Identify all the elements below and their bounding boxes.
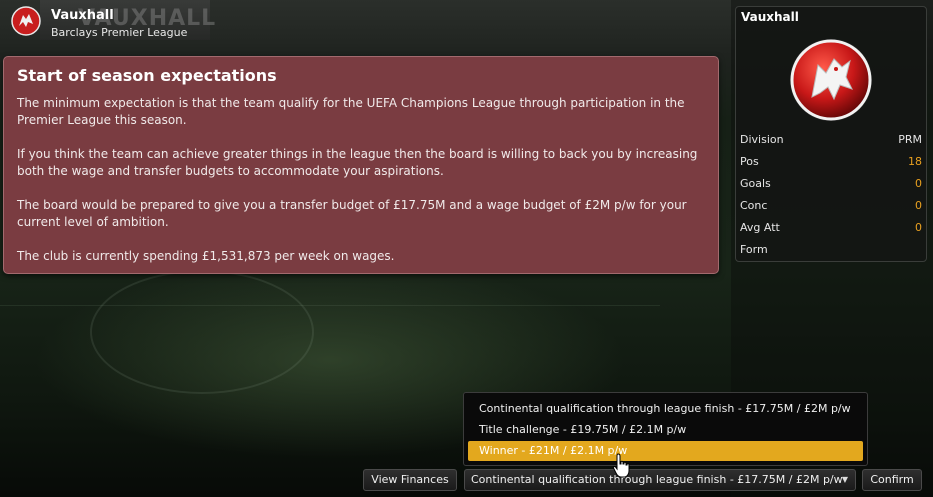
- stat-value: 18: [908, 155, 922, 168]
- sidebar-club-name[interactable]: Vauxhall: [741, 10, 799, 24]
- pitch-line: [0, 305, 660, 306]
- expectation-paragraph: The club is currently spending £1,531,87…: [17, 249, 395, 263]
- stat-row-goals: Goals 0: [740, 177, 922, 195]
- dropdown-option[interactable]: Continental qualification through league…: [468, 399, 863, 419]
- expectations-panel: Start of season expectations The minimum…: [3, 56, 719, 274]
- club-info-card: Vauxhall Division PRM Pos 18 Goals 0 Con…: [735, 6, 927, 262]
- stat-row-avg-attendance: Avg Att 0: [740, 221, 922, 239]
- stat-label: Avg Att: [740, 221, 780, 234]
- stat-value: 0: [915, 177, 922, 190]
- dropdown-option-highlighted[interactable]: Winner - £21M / £2.1M p/w: [468, 441, 863, 461]
- league-name[interactable]: Barclays Premier League: [51, 26, 187, 39]
- stat-row-position: Pos 18: [740, 155, 922, 173]
- expectation-paragraph: The minimum expectation is that the team…: [17, 96, 685, 127]
- stat-label: Goals: [740, 177, 771, 190]
- stat-value: PRM: [898, 133, 922, 146]
- stat-row-form: Form: [740, 243, 922, 261]
- expectation-paragraph: The board would be prepared to give you …: [17, 198, 687, 229]
- club-name-title: Vauxhall: [51, 8, 114, 23]
- ambition-select-value: Continental qualification through league…: [471, 473, 843, 486]
- ambition-select[interactable]: Continental qualification through league…: [464, 469, 856, 491]
- dropdown-option[interactable]: Title challenge - £19.75M / £2.1M p/w: [468, 420, 863, 440]
- stat-label: Form: [740, 243, 768, 256]
- stat-row-division: Division PRM: [740, 133, 922, 151]
- stat-label: Conc: [740, 199, 768, 212]
- stat-label: Division: [740, 133, 784, 146]
- club-badge-icon[interactable]: [11, 6, 41, 36]
- confirm-button[interactable]: Confirm: [862, 469, 922, 491]
- stat-value: 0: [915, 221, 922, 234]
- view-finances-button[interactable]: View Finances: [363, 469, 457, 491]
- stat-row-conceded: Conc 0: [740, 199, 922, 217]
- pitch-line: [90, 270, 314, 394]
- stat-label: Pos: [740, 155, 759, 168]
- expectation-paragraph: If you think the team can achieve greate…: [17, 147, 698, 178]
- ambition-dropdown-list: Continental qualification through league…: [463, 392, 868, 466]
- caret-down-icon: ▼: [841, 475, 848, 484]
- stat-value: 0: [915, 199, 922, 212]
- panel-title: Start of season expectations: [17, 66, 277, 85]
- hand-cursor-icon: [612, 453, 630, 478]
- griffin-badge-icon: [790, 39, 872, 121]
